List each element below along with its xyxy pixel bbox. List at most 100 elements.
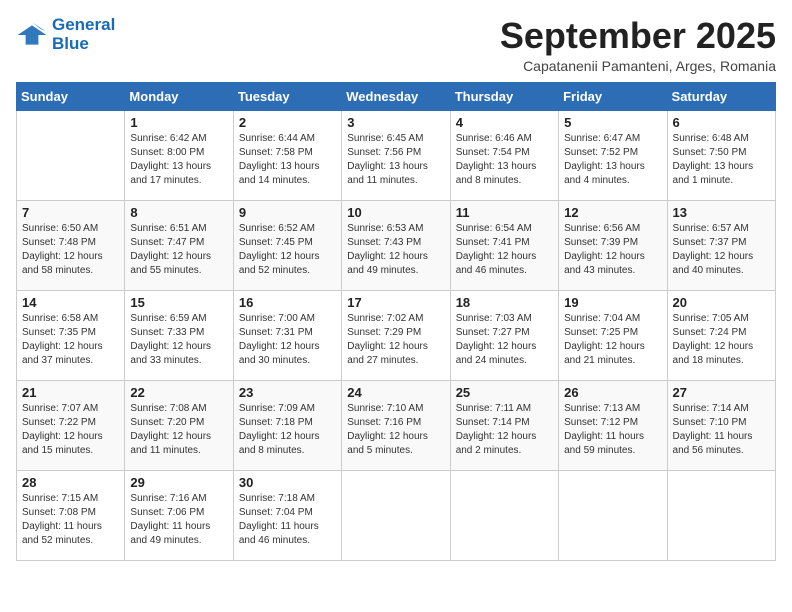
day-number: 8: [130, 205, 227, 220]
day-number: 20: [673, 295, 770, 310]
day-number: 15: [130, 295, 227, 310]
calendar-cell: [342, 470, 450, 560]
day-info: Sunrise: 6:44 AMSunset: 7:58 PMDaylight:…: [239, 132, 336, 188]
day-number: 7: [22, 205, 119, 220]
day-info: Sunrise: 7:04 AMSunset: 7:25 PMDaylight:…: [564, 312, 661, 368]
day-number: 23: [239, 385, 336, 400]
calendar-cell: 8 Sunrise: 6:51 AMSunset: 7:47 PMDaylight…: [125, 200, 233, 290]
calendar-cell: 28 Sunrise: 7:15 AMSunset: 7:08 PMDayligh…: [17, 470, 125, 560]
page-header: General Blue September 2025 Capatanenii …: [16, 16, 776, 74]
day-number: 3: [347, 115, 444, 130]
day-number: 21: [22, 385, 119, 400]
calendar-cell: 25Sunrise: 7:11 AMSunset: 7:14 PMDayligh…: [450, 380, 558, 470]
day-info: Sunrise: 7:02 AMSunset: 7:29 PMDaylight:…: [347, 312, 444, 368]
day-number: 22: [130, 385, 227, 400]
calendar-cell: 18Sunrise: 7:03 AMSunset: 7:27 PMDayligh…: [450, 290, 558, 380]
logo-text: General Blue: [52, 16, 115, 53]
col-header-thursday: Thursday: [450, 82, 558, 110]
calendar-cell: 27 Sunrise: 7:14 AMSunset: 7:10 PMDayligh…: [667, 380, 775, 470]
calendar-cell: 6Sunrise: 6:48 AMSunset: 7:50 PMDaylight…: [667, 110, 775, 200]
calendar-cell: 23 Sunrise: 7:09 AMSunset: 7:18 PMDayligh…: [233, 380, 341, 470]
calendar-cell: 21 Sunrise: 7:07 AMSunset: 7:22 PMDayligh…: [17, 380, 125, 470]
calendar-week-2: 7Sunrise: 6:50 AMSunset: 7:48 PMDaylight…: [17, 200, 776, 290]
calendar-cell: 13 Sunrise: 6:57 AMSunset: 7:37 PMDayligh…: [667, 200, 775, 290]
calendar-cell: 20 Sunrise: 7:05 AMSunset: 7:24 PMDayligh…: [667, 290, 775, 380]
title-area: September 2025 Capatanenii Pamanteni, Ar…: [500, 16, 776, 74]
calendar-cell: [559, 470, 667, 560]
day-number: 9: [239, 205, 336, 220]
calendar-cell: 29Sunrise: 7:16 AMSunset: 7:06 PMDayligh…: [125, 470, 233, 560]
day-info: Sunrise: 7:18 AMSunset: 7:04 PMDaylight:…: [239, 492, 336, 548]
calendar-header-row: SundayMondayTuesdayWednesdayThursdayFrid…: [17, 82, 776, 110]
calendar-cell: 24 Sunrise: 7:10 AMSunset: 7:16 PMDayligh…: [342, 380, 450, 470]
calendar-cell: [17, 110, 125, 200]
calendar-cell: 5 Sunrise: 6:47 AMSunset: 7:52 PMDaylight…: [559, 110, 667, 200]
calendar-cell: 15Sunrise: 6:59 AMSunset: 7:33 PMDayligh…: [125, 290, 233, 380]
day-number: 25: [456, 385, 553, 400]
day-number: 24: [347, 385, 444, 400]
day-number: 17: [347, 295, 444, 310]
day-number: 28: [22, 475, 119, 490]
day-number: 19: [564, 295, 661, 310]
calendar-cell: 30 Sunrise: 7:18 AMSunset: 7:04 PMDayligh…: [233, 470, 341, 560]
calendar-week-4: 21 Sunrise: 7:07 AMSunset: 7:22 PMDayligh…: [17, 380, 776, 470]
day-number: 12: [564, 205, 661, 220]
day-info: Sunrise: 6:53 AMSunset: 7:43 PMDaylight:…: [347, 222, 444, 278]
calendar-cell: 16 Sunrise: 7:00 AMSunset: 7:31 PMDayligh…: [233, 290, 341, 380]
day-number: 2: [239, 115, 336, 130]
day-info: Sunrise: 6:48 AMSunset: 7:50 PMDaylight:…: [673, 132, 770, 188]
calendar-cell: 17 Sunrise: 7:02 AMSunset: 7:29 PMDayligh…: [342, 290, 450, 380]
day-info: Sunrise: 7:14 AMSunset: 7:10 PMDaylight:…: [673, 402, 770, 458]
calendar-cell: 10 Sunrise: 6:53 AMSunset: 7:43 PMDayligh…: [342, 200, 450, 290]
day-number: 1: [130, 115, 227, 130]
calendar-cell: 7Sunrise: 6:50 AMSunset: 7:48 PMDaylight…: [17, 200, 125, 290]
col-header-saturday: Saturday: [667, 82, 775, 110]
calendar-cell: 2 Sunrise: 6:44 AMSunset: 7:58 PMDaylight…: [233, 110, 341, 200]
day-info: Sunrise: 7:10 AMSunset: 7:16 PMDaylight:…: [347, 402, 444, 458]
month-title: September 2025: [500, 16, 776, 56]
col-header-monday: Monday: [125, 82, 233, 110]
day-info: Sunrise: 7:09 AMSunset: 7:18 PMDaylight:…: [239, 402, 336, 458]
day-info: Sunrise: 6:46 AMSunset: 7:54 PMDaylight:…: [456, 132, 553, 188]
calendar-cell: 26 Sunrise: 7:13 AMSunset: 7:12 PMDayligh…: [559, 380, 667, 470]
logo: General Blue: [16, 16, 115, 53]
day-number: 18: [456, 295, 553, 310]
calendar-week-1: 1 Sunrise: 6:42 AMSunset: 8:00 PMDaylight…: [17, 110, 776, 200]
calendar-cell: [450, 470, 558, 560]
day-number: 29: [130, 475, 227, 490]
day-info: Sunrise: 6:51 AMSunset: 7:47 PMDaylight:…: [130, 222, 227, 278]
day-info: Sunrise: 6:56 AMSunset: 7:39 PMDaylight:…: [564, 222, 661, 278]
day-number: 16: [239, 295, 336, 310]
day-info: Sunrise: 6:45 AMSunset: 7:56 PMDaylight:…: [347, 132, 444, 188]
calendar-week-5: 28 Sunrise: 7:15 AMSunset: 7:08 PMDayligh…: [17, 470, 776, 560]
day-number: 13: [673, 205, 770, 220]
calendar-table: SundayMondayTuesdayWednesdayThursdayFrid…: [16, 82, 776, 561]
calendar-cell: 22Sunrise: 7:08 AMSunset: 7:20 PMDayligh…: [125, 380, 233, 470]
day-info: Sunrise: 6:52 AMSunset: 7:45 PMDaylight:…: [239, 222, 336, 278]
location-subtitle: Capatanenii Pamanteni, Arges, Romania: [500, 58, 776, 74]
calendar-cell: 12 Sunrise: 6:56 AMSunset: 7:39 PMDayligh…: [559, 200, 667, 290]
day-number: 26: [564, 385, 661, 400]
day-info: Sunrise: 6:42 AMSunset: 8:00 PMDaylight:…: [130, 132, 227, 188]
calendar-cell: 11Sunrise: 6:54 AMSunset: 7:41 PMDayligh…: [450, 200, 558, 290]
calendar-cell: 3 Sunrise: 6:45 AMSunset: 7:56 PMDaylight…: [342, 110, 450, 200]
day-info: Sunrise: 6:54 AMSunset: 7:41 PMDaylight:…: [456, 222, 553, 278]
day-number: 10: [347, 205, 444, 220]
day-info: Sunrise: 6:47 AMSunset: 7:52 PMDaylight:…: [564, 132, 661, 188]
col-header-sunday: Sunday: [17, 82, 125, 110]
day-info: Sunrise: 7:13 AMSunset: 7:12 PMDaylight:…: [564, 402, 661, 458]
day-info: Sunrise: 7:15 AMSunset: 7:08 PMDaylight:…: [22, 492, 119, 548]
day-info: Sunrise: 7:00 AMSunset: 7:31 PMDaylight:…: [239, 312, 336, 368]
calendar-cell: 1 Sunrise: 6:42 AMSunset: 8:00 PMDaylight…: [125, 110, 233, 200]
day-info: Sunrise: 7:07 AMSunset: 7:22 PMDaylight:…: [22, 402, 119, 458]
calendar-cell: 4Sunrise: 6:46 AMSunset: 7:54 PMDaylight…: [450, 110, 558, 200]
calendar-cell: 14Sunrise: 6:58 AMSunset: 7:35 PMDayligh…: [17, 290, 125, 380]
day-number: 27: [673, 385, 770, 400]
calendar-cell: [667, 470, 775, 560]
col-header-wednesday: Wednesday: [342, 82, 450, 110]
day-info: Sunrise: 7:05 AMSunset: 7:24 PMDaylight:…: [673, 312, 770, 368]
day-number: 5: [564, 115, 661, 130]
day-info: Sunrise: 6:57 AMSunset: 7:37 PMDaylight:…: [673, 222, 770, 278]
day-number: 30: [239, 475, 336, 490]
col-header-friday: Friday: [559, 82, 667, 110]
